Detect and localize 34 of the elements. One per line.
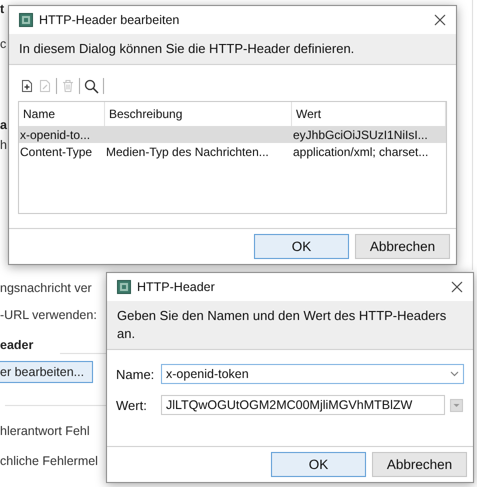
dialog-button[interactable]: OK [271,452,366,477]
field-label: Name: [116,366,156,382]
table-cell-text: application/xml; charset... [292,144,430,160]
dialog-message: Geben Sie den Namen und den Wert des HTTP-Headers an. [107,301,473,350]
background-label: chliche Fehlermel [0,454,98,468]
dialog-message: In diesem Dialog können Sie die HTTP-Header definieren. [9,34,456,65]
chevron-down-icon[interactable] [450,371,459,377]
background-label: hlerantwort Fehl [0,424,90,438]
dialog-button[interactable]: Abbrechen [355,234,450,259]
close-icon[interactable] [451,281,463,293]
table-cell: eyJhbGciOiJSUzI1NiIsI... [292,126,446,143]
background-label: c [0,37,6,51]
window-title: HTTP-Header bearbeiten [39,13,180,27]
background-label: -URL verwenden: [0,308,97,322]
dialog-button[interactable]: Abbrechen [372,452,467,477]
app-logo-icon [117,280,131,294]
background-label: a [0,118,7,132]
name-combobox[interactable]: x-openid-token [161,364,464,384]
table-cell-text: Content-Type [19,144,94,160]
table-cell-text: Medien-Typ des Nachrichten... [105,144,270,160]
window-title: HTTP-Header [137,280,216,294]
close-icon[interactable] [434,14,446,26]
table-cell: x-openid-to... [19,126,105,143]
search-icon[interactable] [84,78,99,94]
edit-headers-button[interactable]: er bearbeiten... [0,361,94,383]
add-document-icon[interactable] [20,79,34,93]
background-label: eader [0,338,34,352]
background-label: h [0,138,7,152]
dialog-button[interactable]: OK [254,234,349,259]
background-label: t [0,2,4,16]
background-label: ngsnachricht ver [0,281,92,295]
app-logo-icon [19,13,33,27]
value-field[interactable]: JlLTQwOGUtOGM2MC00MjliMGVhMTBlZW [161,395,445,415]
field-label: Wert: [116,398,148,412]
